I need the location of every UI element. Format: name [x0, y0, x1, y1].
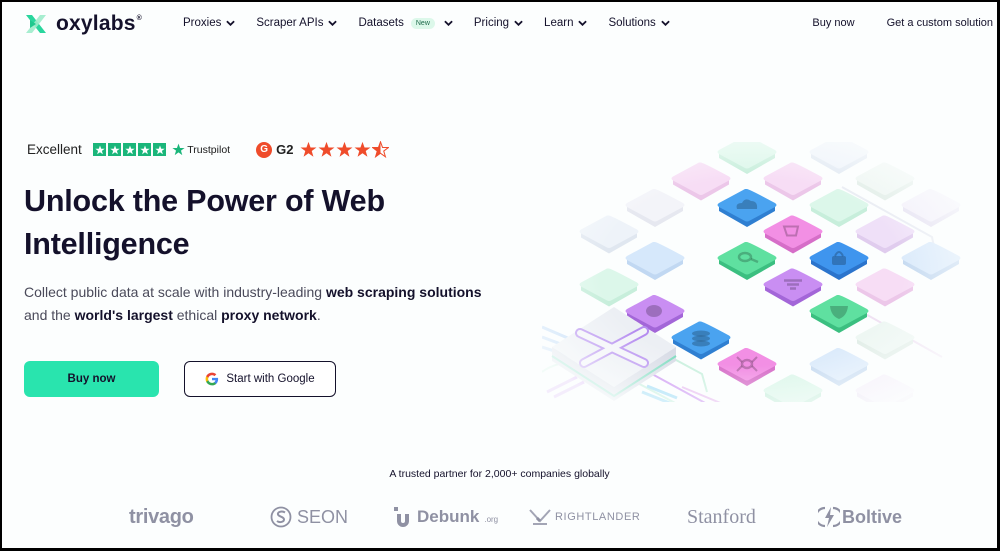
trusted-heading: A trusted partner for 2,000+ companies g…	[389, 468, 610, 480]
nav-learn[interactable]: Learn	[544, 17, 588, 29]
header: oxylabs® Proxies Scraper APIs Datasets N…	[2, 2, 997, 48]
main-nav: Proxies Scraper APIs Datasets New Pricin…	[183, 17, 691, 29]
star-icon	[152, 142, 167, 157]
oxylabs-logo[interactable]: oxylabs®	[24, 12, 142, 36]
half-star-icon	[372, 141, 390, 158]
seon-icon	[270, 506, 292, 528]
nav-pricing[interactable]: Pricing	[474, 17, 523, 29]
nav-proxies[interactable]: Proxies	[183, 17, 236, 29]
new-badge: New	[410, 17, 435, 29]
trivago-logo: trivago	[129, 505, 194, 528]
stanford-logo: Stanford	[687, 505, 756, 528]
g2-rating[interactable]: G G2	[256, 141, 390, 158]
star-icon	[300, 141, 317, 157]
boltive-bolt-icon	[818, 506, 840, 528]
rightlander-icon	[529, 509, 551, 525]
star-icon	[318, 141, 335, 157]
debunk-logo: Debunk .org	[393, 497, 498, 537]
client-logos: trivago SEON Debunk .org RIGHTLANDER Stan…	[2, 497, 997, 537]
buy-now-button[interactable]: Buy now	[24, 361, 159, 397]
trustpilot-logo[interactable]: Trustpilot	[172, 143, 230, 156]
chevron-down-icon	[578, 20, 588, 26]
star-icon	[107, 142, 122, 157]
star-icon	[92, 142, 107, 157]
trustpilot-star-icon	[172, 143, 185, 156]
star-icon	[354, 141, 371, 157]
g2-logo-icon: G	[256, 141, 273, 158]
rightlander-logo: RIGHTLANDER	[529, 497, 640, 537]
illustration-fade	[542, 142, 962, 402]
nav-datasets[interactable]: Datasets New	[358, 17, 453, 29]
chevron-down-icon	[514, 20, 523, 26]
trustpilot-stars	[92, 142, 167, 157]
g2-stars	[300, 141, 390, 158]
star-icon	[122, 142, 137, 157]
start-with-google-button[interactable]: Start with Google	[184, 361, 336, 397]
google-icon	[205, 372, 219, 386]
isometric-tiles-illustration	[542, 142, 962, 402]
nav-solutions[interactable]: Solutions	[608, 17, 670, 29]
header-buy-now-link[interactable]: Buy now	[812, 17, 854, 29]
star-icon	[137, 142, 152, 157]
debunk-icon	[394, 507, 409, 527]
chevron-down-icon	[328, 20, 338, 26]
chevron-down-icon	[226, 20, 236, 26]
trustpilot-rating-label: Excellent	[27, 142, 82, 157]
header-custom-solution-link[interactable]: Get a custom solution	[887, 17, 993, 29]
hero-subtitle: Collect public data at scale with indust…	[24, 284, 482, 323]
ratings-row: Excellent Trustpilot G G2	[27, 141, 390, 158]
header-actions: Buy now Get a custom solution	[812, 17, 993, 29]
hero-title: Unlock the Power of Web Intelligence	[24, 184, 385, 261]
seon-logo: SEON	[270, 497, 348, 537]
logo-text: oxylabs®	[56, 12, 142, 35]
chevron-down-icon	[661, 20, 670, 26]
chevron-down-icon	[444, 20, 453, 26]
boltive-logo: Boltive	[818, 497, 902, 537]
oxylabs-x-icon	[26, 15, 46, 33]
star-icon	[336, 141, 353, 157]
nav-scraper-apis[interactable]: Scraper APIs	[256, 17, 338, 29]
page: oxylabs® Proxies Scraper APIs Datasets N…	[2, 2, 997, 548]
